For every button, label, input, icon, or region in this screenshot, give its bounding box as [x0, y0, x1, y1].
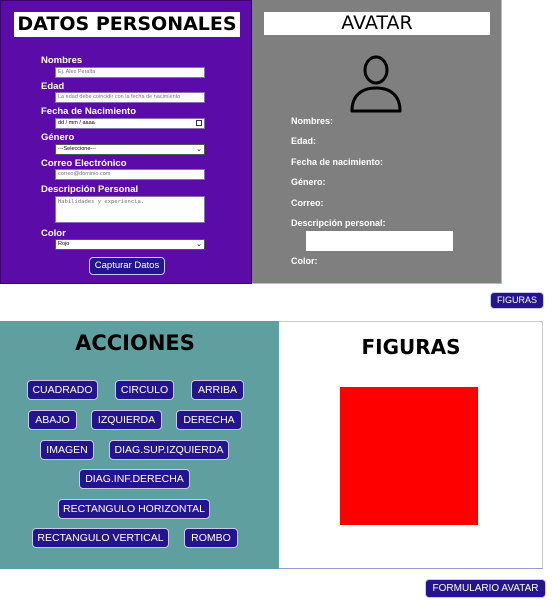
color-label: Color [41, 228, 66, 239]
nombres-input[interactable]: Ej. Alex Peralta [55, 67, 205, 78]
diag-inf-derecha-button[interactable]: DIAG.INF.DERECHA [79, 469, 190, 489]
derecha-button[interactable]: DERECHA [176, 410, 242, 430]
fecha-nacimiento-value: dd / mm / aaaa [58, 120, 95, 126]
avatar-fecha-label: Fecha de nacimiento: [291, 157, 384, 167]
cuadrado-button[interactable]: CUADRADO [27, 380, 98, 400]
genero-select[interactable]: ---Seleccione--- ⌄ [55, 144, 205, 155]
diag-sup-izquierda-button[interactable]: DIAG.SUP.IZQUIERDA [109, 440, 229, 460]
rectangulo-vertical-button[interactable]: RECTANGULO VERTICAL [32, 528, 169, 548]
arriba-button[interactable]: ARRIBA [191, 380, 244, 400]
edad-input[interactable]: La edad debe coincidir con la fecha de n… [55, 92, 205, 103]
color-select[interactable]: Rojo ⌄ [55, 239, 205, 250]
acciones-title: ACCIONES [75, 331, 195, 355]
page: DATOS PERSONALES Nombres Ej. Alex Peralt… [0, 0, 552, 608]
formulario-avatar-nav-button[interactable]: FORMULARIO AVATAR [425, 579, 546, 598]
edad-label: Edad [41, 81, 65, 92]
user-icon [350, 55, 402, 113]
genero-selected-value: ---Seleccione--- [58, 146, 96, 152]
avatar-genero-label: Género: [291, 177, 326, 187]
rectangulo-horizontal-button[interactable]: RECTANGULO HORIZONTAL [58, 499, 210, 519]
izquierda-button[interactable]: IZQUIERDA [91, 410, 162, 430]
calendar-icon[interactable] [196, 120, 202, 126]
datos-personales-panel: DATOS PERSONALES Nombres Ej. Alex Peralt… [0, 0, 252, 284]
avatar-edad-label: Edad: [291, 136, 317, 146]
correo-label: Correo Electrónico [41, 158, 127, 169]
descripcion-label: Descripción Personal [41, 184, 139, 195]
avatar-panel: AVATAR Nombres: Edad: Fecha de nacimient… [252, 0, 502, 284]
correo-input[interactable]: correo@dominio.com [55, 169, 205, 180]
avatar-nombres-label: Nombres: [291, 116, 334, 126]
descripcion-textarea[interactable]: Habilidades y experiencia. [55, 196, 205, 223]
avatar-color-label: Color: [291, 256, 318, 266]
nombres-label: Nombres [41, 55, 83, 66]
abajo-button[interactable]: ABAJO [28, 410, 77, 430]
figuras-panel: FIGURAS [279, 321, 543, 569]
fecha-nacimiento-input[interactable]: dd / mm / aaaa [55, 118, 205, 129]
circulo-button[interactable]: CIRCULO [115, 380, 174, 400]
capturar-datos-button[interactable]: Capturar Datos [89, 257, 165, 275]
chevron-down-icon: ⌄ [196, 241, 202, 248]
avatar-title: AVATAR [264, 12, 490, 35]
avatar-correo-label: Correo: [291, 198, 324, 208]
avatar-descripcion-label: Descripción personal: [291, 218, 386, 228]
genero-label: Género [41, 132, 75, 143]
color-selected-value: Rojo [58, 241, 70, 247]
figuras-title: FIGURAS [361, 335, 461, 359]
red-square-figure [340, 387, 478, 525]
chevron-down-icon: ⌄ [196, 146, 202, 153]
datos-personales-title: DATOS PERSONALES [14, 12, 240, 37]
acciones-panel: ACCIONES CUADRADO CIRCULO ARRIBA ABAJO I… [0, 321, 279, 569]
rombo-button[interactable]: ROMBO [184, 528, 238, 548]
imagen-button[interactable]: IMAGEN [40, 440, 94, 460]
avatar-descripcion-box [306, 231, 453, 251]
fecha-nacimiento-label: Fecha de Nacimiento [41, 106, 137, 117]
figuras-nav-button[interactable]: FIGURAS [490, 292, 544, 309]
